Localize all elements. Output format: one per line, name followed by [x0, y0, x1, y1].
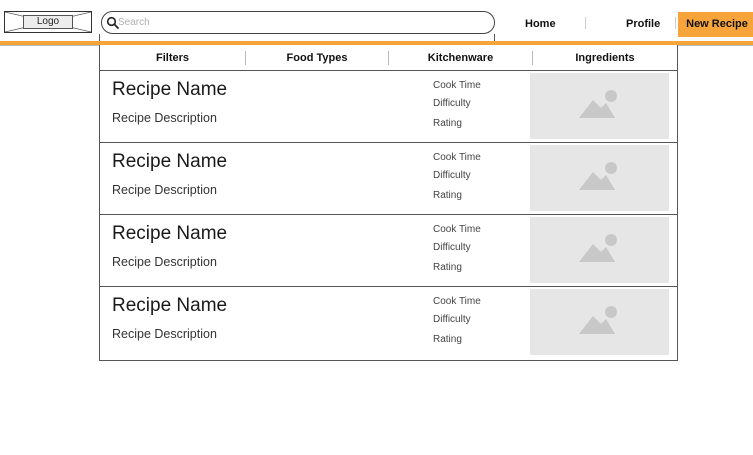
search-results-panel: Filters Food Types Kitchenware Ingredien…: [99, 45, 678, 361]
nav-home-link[interactable]: Home: [525, 18, 556, 30]
image-placeholder-icon: [579, 234, 617, 262]
recipe-rating: Rating: [433, 262, 462, 273]
recipe-description: Recipe Description: [112, 327, 217, 341]
recipe-card[interactable]: Recipe Name Recipe Description Cook Time…: [100, 71, 677, 143]
recipe-cook-time: Cook Time: [433, 224, 481, 235]
recipe-description: Recipe Description: [112, 111, 217, 125]
nav-profile-link[interactable]: Profile: [626, 18, 660, 30]
recipe-difficulty: Difficulty: [433, 170, 471, 181]
new-recipe-button[interactable]: New Recipe: [678, 12, 753, 37]
recipe-cook-time: Cook Time: [433, 152, 481, 163]
recipe-name: Recipe Name: [112, 223, 228, 244]
filter-tabs: Filters Food Types Kitchenware Ingredien…: [100, 45, 677, 71]
recipe-difficulty: Difficulty: [433, 314, 471, 325]
recipe-description: Recipe Description: [112, 183, 217, 197]
filter-tab-ingredients[interactable]: Ingredients: [533, 52, 677, 66]
search-bar[interactable]: [101, 11, 495, 34]
recipe-image: [530, 217, 669, 283]
top-bar: Logo Home Profile New Recipe: [0, 0, 753, 44]
recipe-cook-time: Cook Time: [433, 296, 481, 307]
recipe-image: [530, 289, 669, 355]
recipe-rating: Rating: [433, 190, 462, 201]
recipe-card[interactable]: Recipe Name Recipe Description Cook Time…: [100, 215, 677, 287]
nav-divider: [585, 17, 586, 29]
nav-divider: [675, 17, 676, 29]
recipe-description: Recipe Description: [112, 255, 217, 269]
filter-tab-food-types[interactable]: Food Types: [246, 52, 388, 66]
recipe-rating: Rating: [433, 334, 462, 345]
recipe-card[interactable]: Recipe Name Recipe Description Cook Time…: [100, 143, 677, 215]
recipe-name: Recipe Name: [112, 79, 228, 100]
image-placeholder-icon: [579, 162, 617, 190]
recipe-cook-time: Cook Time: [433, 80, 481, 91]
recipe-image: [530, 145, 669, 211]
logo-label: Logo: [23, 15, 73, 29]
recipe-difficulty: Difficulty: [433, 98, 471, 109]
search-input[interactable]: [118, 14, 478, 31]
filter-tab-kitchenware[interactable]: Kitchenware: [389, 52, 532, 66]
recipe-rating: Rating: [433, 118, 462, 129]
recipe-card[interactable]: Recipe Name Recipe Description Cook Time…: [100, 287, 677, 359]
recipe-image: [530, 73, 669, 139]
logo[interactable]: Logo: [4, 11, 92, 33]
filter-tab-filters[interactable]: Filters: [100, 52, 245, 66]
image-placeholder-icon: [579, 306, 617, 334]
recipe-name: Recipe Name: [112, 151, 228, 172]
recipe-difficulty: Difficulty: [433, 242, 471, 253]
image-placeholder-icon: [579, 90, 617, 118]
recipe-name: Recipe Name: [112, 295, 228, 316]
